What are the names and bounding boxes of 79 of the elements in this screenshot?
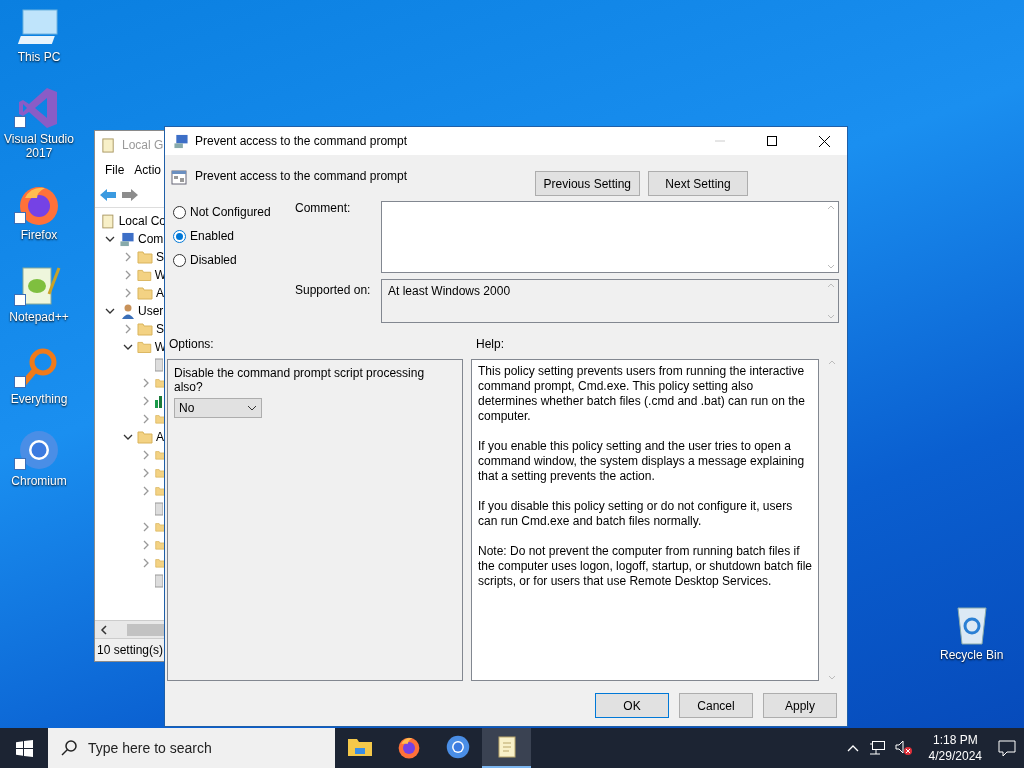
folder-icon [137,322,153,336]
chevron-up-icon[interactable] [846,744,859,752]
close-icon[interactable] [818,135,830,147]
windows-logo-icon[interactable] [15,739,33,757]
settings-page-icon [171,169,187,185]
firefox-icon[interactable] [396,735,421,759]
state-radio[interactable]: Not Configured [173,205,295,219]
help-paragraph: If you enable this policy setting and the user tries to open a command window, the system displays a message explaining that a setting prevents the action. [478,439,806,484]
dialog-button[interactable]: OK [595,693,669,718]
scroll-down-icon[interactable] [827,675,837,681]
tree-item[interactable]: S [156,250,164,264]
nav-setting-button[interactable]: Next Setting [648,171,748,196]
scroll-up-icon[interactable] [826,204,836,210]
scroll-left-icon[interactable] [99,624,109,635]
option-dropdown[interactable]: No [174,398,262,418]
field-label: Supported on: [295,282,372,299]
status-text: 10 setting(s) [97,643,164,657]
folder-icon [137,268,152,282]
option-prompt: Disable the command prompt script processing also? [174,366,426,394]
back-arrow-icon[interactable] [99,188,117,202]
chart-icon [155,394,163,408]
notifications-icon[interactable] [998,739,1016,757]
field-value: At least Windows 2000 [388,284,511,298]
scroll-down-icon[interactable] [826,264,836,270]
muted-speaker-icon[interactable] [894,740,913,756]
caret-icon [247,405,257,411]
nav-setting-button[interactable]: Previous Setting [534,171,640,196]
desktop-icon-label[interactable]: This PC [17,50,61,64]
state-radio[interactable]: Enabled [173,229,295,243]
scroll-icon[interactable] [495,735,518,759]
comment-field[interactable] [381,201,839,273]
scroll-down-icon[interactable] [826,314,836,320]
user-icon [119,303,135,319]
network-icon[interactable] [868,741,885,755]
tree-item[interactable]: Com [138,232,164,246]
tree-item[interactable]: User [138,304,164,318]
dialog-button[interactable]: Apply [763,693,837,718]
dialog-button[interactable]: Cancel [679,693,753,718]
scroll-up-icon[interactable] [827,359,837,365]
help-paragraph: Note: Do not prevent the computer from running batch files if the computer uses logon, logoff, startup, or shutdown batch file scripts, or for users that use Remote Desktop Services. [478,544,812,589]
forward-arrow-icon[interactable] [121,188,139,202]
window-title: Prevent access to the command prompt [195,134,409,148]
folder-icon[interactable] [346,736,373,758]
chromium-icon[interactable] [444,734,471,760]
scroll-up-icon[interactable] [826,282,836,288]
section-label: Options: [169,337,215,353]
scroll-icon [101,137,116,153]
search-icon[interactable] [60,739,78,757]
search-field[interactable]: Type here to search [48,728,335,768]
folder-icon [137,250,153,264]
maximize-icon[interactable] [767,136,777,146]
clock-time[interactable]: 1:18 PM [932,732,978,748]
clock-date[interactable]: 4/29/2024 [928,748,982,764]
field-label: Comment: [295,201,352,217]
window-title: Local G [122,138,164,152]
tree-item[interactable]: A [156,286,164,300]
help-paragraph: If you disable this policy setting or do not configure it, users can run Cmd.exe and batch files normally. [478,499,794,529]
policy-heading: Prevent access to the command prompt [195,169,409,183]
tree-item[interactable]: S [156,322,164,336]
scrollbar-thumb[interactable] [127,623,164,636]
desktop-icon-label[interactable]: Chromium [11,474,67,488]
menu-item[interactable]: File [105,163,125,179]
folder-icon [137,286,153,300]
chromium-icon [17,428,61,472]
desktop-icon-label[interactable]: Recycle Bin [940,648,1004,662]
desktop-icon-label[interactable]: Visual Studio 2017 [0,132,78,160]
help-paragraph: This policy setting prevents users from running the interactive command prompt, Cmd.exe. This policy setting also determines whether batch files (.cmd and .bat) can run on the computer. [478,364,806,424]
desktop-icon-label[interactable]: Notepad++ [9,310,69,324]
desktop-icon-label[interactable]: Firefox [20,228,58,242]
computer-icon [173,133,189,149]
section-label: Help: [476,337,504,353]
state-radio[interactable]: Disabled [173,253,295,267]
folder-icon [137,430,153,444]
scroll-icon [101,213,116,229]
computer-icon [119,231,135,247]
taskbar-app[interactable] [482,728,531,768]
folder-icon [137,340,152,354]
tree-item[interactable]: A [156,430,164,444]
menu-item[interactable]: Actio [134,163,162,179]
